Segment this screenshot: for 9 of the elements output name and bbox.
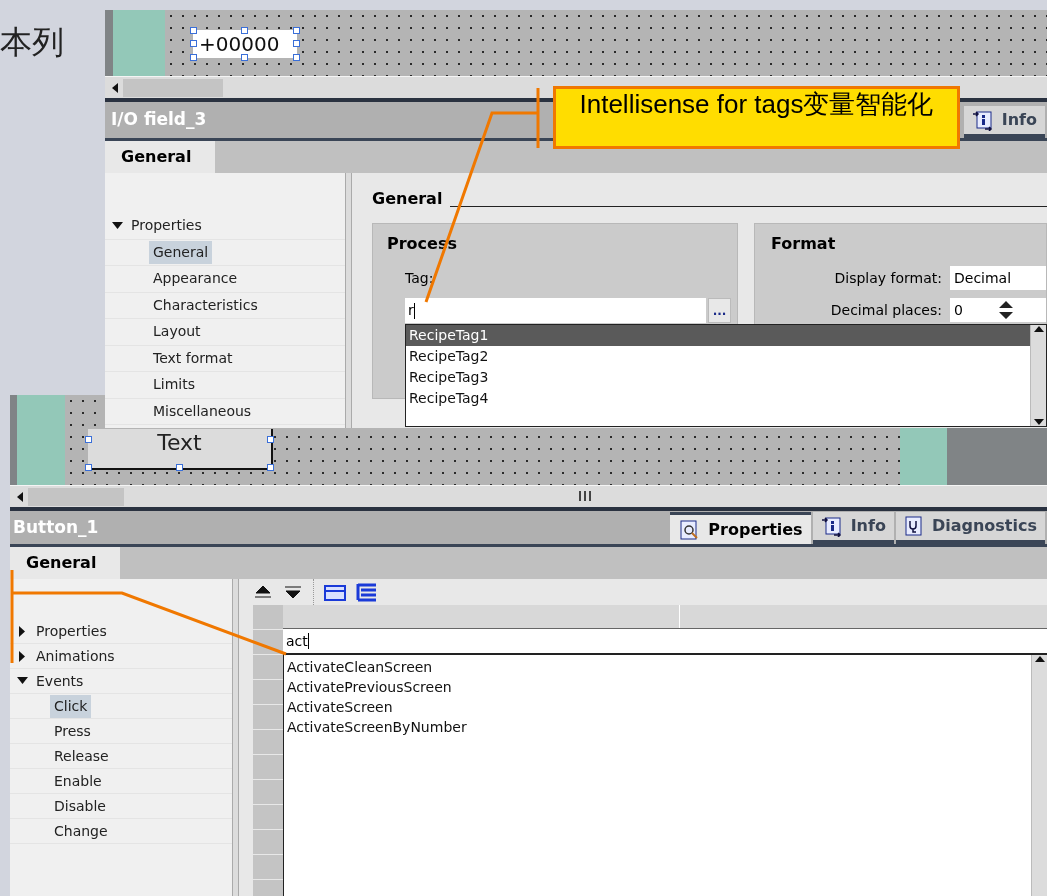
window-title: I/O field_3 bbox=[110, 108, 207, 132]
annotation-tooltip: Intellisense for tags变量智能化 bbox=[553, 86, 960, 149]
field-label: Tag: bbox=[405, 269, 435, 288]
field-label: Decimal places: bbox=[830, 300, 942, 320]
field-label: Display format: bbox=[834, 268, 942, 288]
group-heading: Format bbox=[771, 233, 837, 255]
slide-text: 本列 bbox=[0, 22, 64, 63]
window-title: Button_1 bbox=[12, 515, 99, 539]
section-heading: General bbox=[372, 188, 443, 210]
